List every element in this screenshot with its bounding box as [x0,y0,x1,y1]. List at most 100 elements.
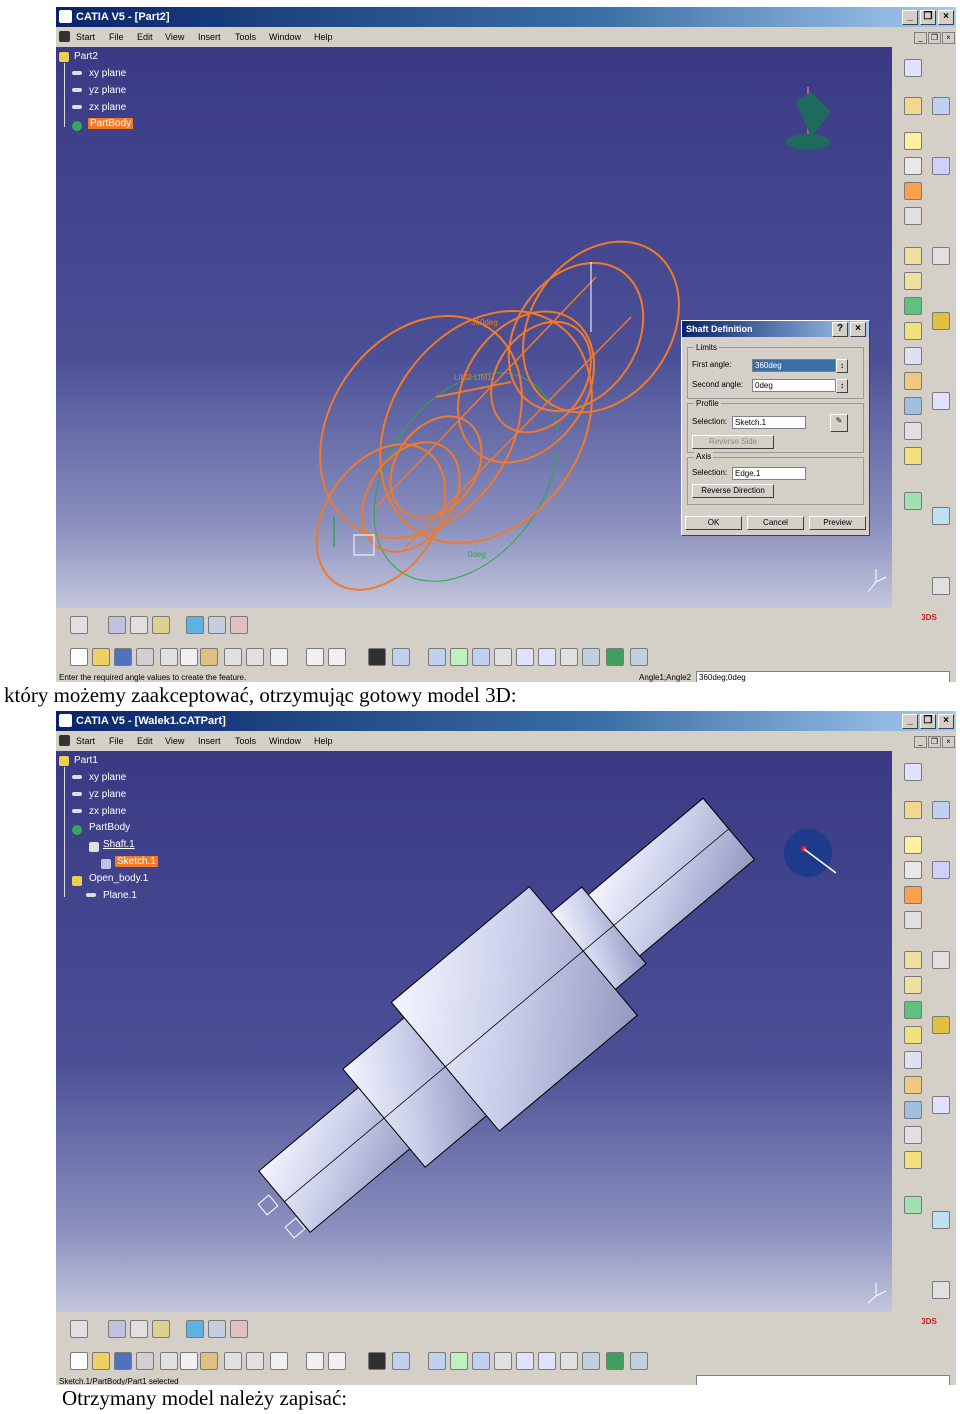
snap-icon[interactable] [932,392,950,410]
3d-viewport[interactable]: Part1 xy plane yz plane zx plane PartBod… [56,751,892,1312]
sketch-plane-icon[interactable] [208,616,226,634]
constraint-tools-icon[interactable] [108,1320,126,1338]
menu-help[interactable]: Help [314,32,333,42]
new-icon[interactable] [70,1352,88,1370]
pad-icon[interactable] [904,836,922,854]
second-angle-field[interactable]: 0deg [752,379,836,392]
rotate-icon[interactable] [494,1352,512,1370]
minimize-button[interactable]: _ [902,714,918,729]
print-icon[interactable] [136,1352,154,1370]
paste-icon[interactable] [200,1352,218,1370]
first-angle-spinner[interactable]: ↕ [836,359,848,373]
rib-icon[interactable] [904,951,922,969]
print-icon[interactable] [136,648,154,666]
material-icon[interactable] [932,1016,950,1034]
pocket-icon[interactable] [904,861,922,879]
constraint-icon[interactable] [932,951,950,969]
sketcher-tools-icon[interactable] [70,616,88,634]
tree-icon[interactable] [392,1352,410,1370]
copy-icon[interactable] [180,648,198,666]
select-icon[interactable] [904,763,922,781]
surface-icon[interactable] [186,1320,204,1338]
hole-icon[interactable] [904,911,922,929]
slot-icon[interactable] [904,272,922,290]
render-style-icon[interactable] [606,648,624,666]
chamfer-icon[interactable] [904,322,922,340]
catalog-icon[interactable] [152,616,170,634]
mirror-icon[interactable] [904,1101,922,1119]
menu-view[interactable]: View [165,736,184,746]
catalog-icon[interactable] [152,1320,170,1338]
views-icon[interactable] [582,648,600,666]
undo-icon[interactable] [224,1352,242,1370]
pocket-icon[interactable] [904,157,922,175]
normal-view-icon[interactable] [560,648,578,666]
menu-start[interactable]: Start [76,736,95,746]
doc-restore-button[interactable]: ❐ [928,736,941,748]
open-icon[interactable] [92,648,110,666]
cut-icon[interactable] [160,648,178,666]
measure-icon[interactable] [932,97,950,115]
minimize-button[interactable]: _ [902,10,918,25]
doc-close-button[interactable]: × [942,32,955,44]
menu-tools[interactable]: Tools [235,32,256,42]
menu-insert[interactable]: Insert [198,736,221,746]
fillet-icon[interactable] [904,1001,922,1019]
grid-icon[interactable] [932,861,950,879]
mirror-icon[interactable] [904,397,922,415]
doc-minimize-button[interactable]: _ [914,32,927,44]
doc-minimize-button[interactable]: _ [914,736,927,748]
whats-this-icon[interactable] [270,1352,288,1370]
axis-system-icon[interactable] [904,1151,922,1169]
redo-icon[interactable] [246,1352,264,1370]
plane-tool-icon[interactable] [230,616,248,634]
ok-button[interactable]: OK [685,516,742,530]
menu-window[interactable]: Window [269,32,301,42]
axis-system-icon[interactable] [904,447,922,465]
slot-icon[interactable] [904,976,922,994]
normal-view-icon[interactable] [560,1352,578,1370]
menu-window[interactable]: Window [269,736,301,746]
formula-icon[interactable] [306,1352,324,1370]
zoom-out-icon[interactable] [538,1352,556,1370]
reverse-direction-button[interactable]: Reverse Direction [692,484,774,498]
swap-icon[interactable] [932,1281,950,1299]
rotate-icon[interactable] [494,648,512,666]
close-button[interactable]: × [938,10,954,25]
constraint-tools-icon[interactable] [108,616,126,634]
whats-this-icon[interactable] [270,648,288,666]
knowledge-icon[interactable] [328,1352,346,1370]
material-icon[interactable] [932,312,950,330]
menu-view[interactable]: View [165,32,184,42]
open-icon[interactable] [92,1352,110,1370]
menu-edit[interactable]: Edit [137,736,153,746]
zoom-in-icon[interactable] [516,648,534,666]
hide-show-icon[interactable] [932,1211,950,1229]
copy-icon[interactable] [180,1352,198,1370]
pan-icon[interactable] [472,1352,490,1370]
render-style-icon[interactable] [606,1352,624,1370]
snap-icon[interactable] [932,1096,950,1114]
fillet-icon[interactable] [904,297,922,315]
dialog-close-button[interactable]: × [850,322,866,337]
second-angle-spinner[interactable]: ↕ [836,379,848,393]
constraint-icon[interactable] [932,247,950,265]
maximize-button[interactable]: ❐ [920,10,936,25]
hide-icon[interactable] [630,1352,648,1370]
sketch-plane-icon[interactable] [208,1320,226,1338]
measure-icon[interactable] [932,801,950,819]
shell-icon[interactable] [904,372,922,390]
select-icon[interactable] [904,59,922,77]
table-icon[interactable] [368,1352,386,1370]
analysis-icon[interactable] [130,1320,148,1338]
formula-icon[interactable] [306,648,324,666]
cut-icon[interactable] [160,1352,178,1370]
sketch-button[interactable]: ✎ [830,414,848,432]
menu-edit[interactable]: Edit [137,32,153,42]
menu-tools[interactable]: Tools [235,736,256,746]
fit-all-icon[interactable] [450,648,468,666]
command-input-field[interactable] [696,1375,950,1385]
surface-icon[interactable] [186,616,204,634]
compass-icon[interactable] [786,87,831,150]
fly-mode-icon[interactable] [428,1352,446,1370]
